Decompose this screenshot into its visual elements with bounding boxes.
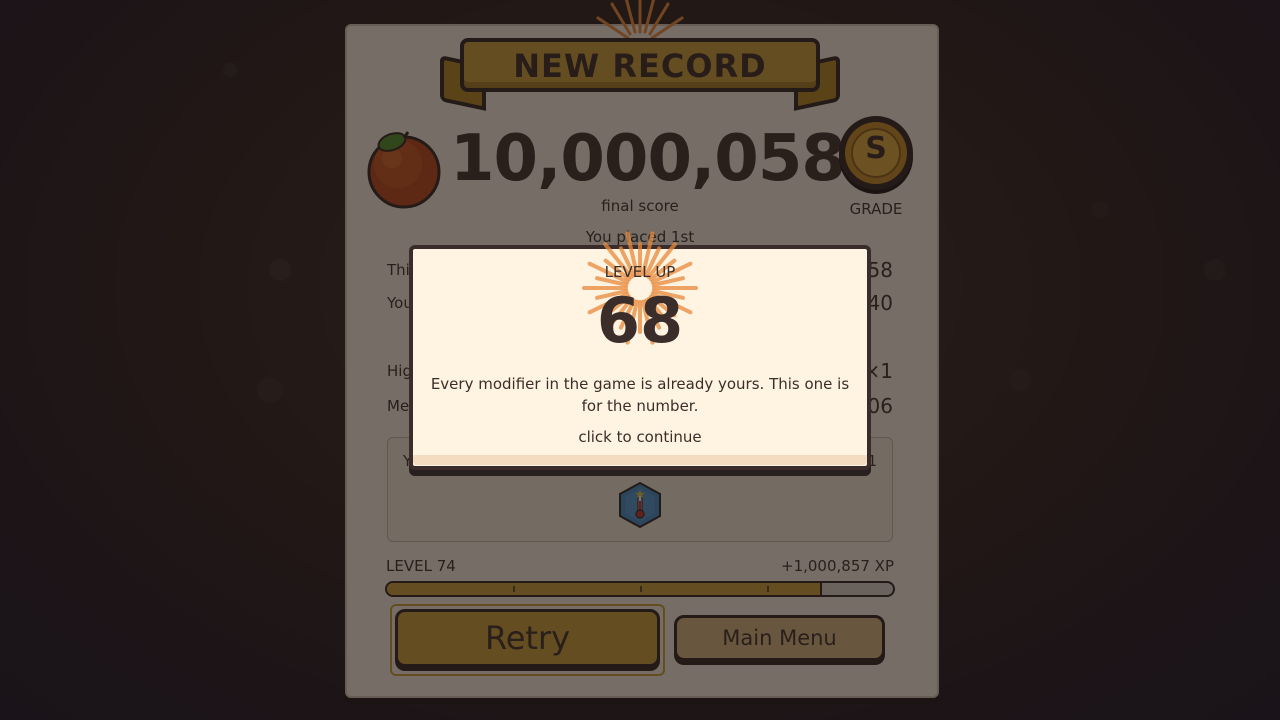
level-up-number: 68 [596, 284, 684, 357]
stat-row-value: 06 [867, 394, 893, 418]
grade-letter: S [865, 131, 887, 166]
xp-gain-label: +1,000,857 XP [781, 557, 894, 575]
new-record-banner: NEW RECORD [440, 38, 840, 112]
retry-button[interactable]: Retry [395, 609, 660, 667]
click-to-continue[interactable]: click to continue [409, 428, 871, 446]
stat-row-value: 40 [867, 291, 893, 315]
dialog-footer-strip [413, 455, 867, 465]
xp-tick [513, 586, 515, 592]
final-score-label: final score [601, 197, 679, 215]
xp-tick [640, 586, 642, 592]
stat-row-value: 58 [867, 258, 893, 282]
level-up-title: LEVEL UP [604, 263, 676, 281]
orange-fruit-icon [367, 131, 441, 209]
xp-progress-fill [387, 583, 823, 595]
main-menu-button[interactable]: Main Menu [674, 615, 885, 661]
banner-title: NEW RECORD [513, 47, 767, 85]
xp-progress-bar [385, 581, 895, 597]
level-up-message: Every modifier in the game is already yo… [430, 375, 850, 415]
player-level-label: LEVEL 74 [386, 557, 456, 575]
stat-row-label: Thi [387, 261, 410, 279]
xp-tick [767, 586, 769, 592]
grade-label: GRADE [849, 200, 903, 218]
stat-row-label: Me [387, 397, 410, 415]
thermometer-hex-icon[interactable] [616, 481, 664, 529]
final-score: 10,000,058 [450, 122, 846, 196]
